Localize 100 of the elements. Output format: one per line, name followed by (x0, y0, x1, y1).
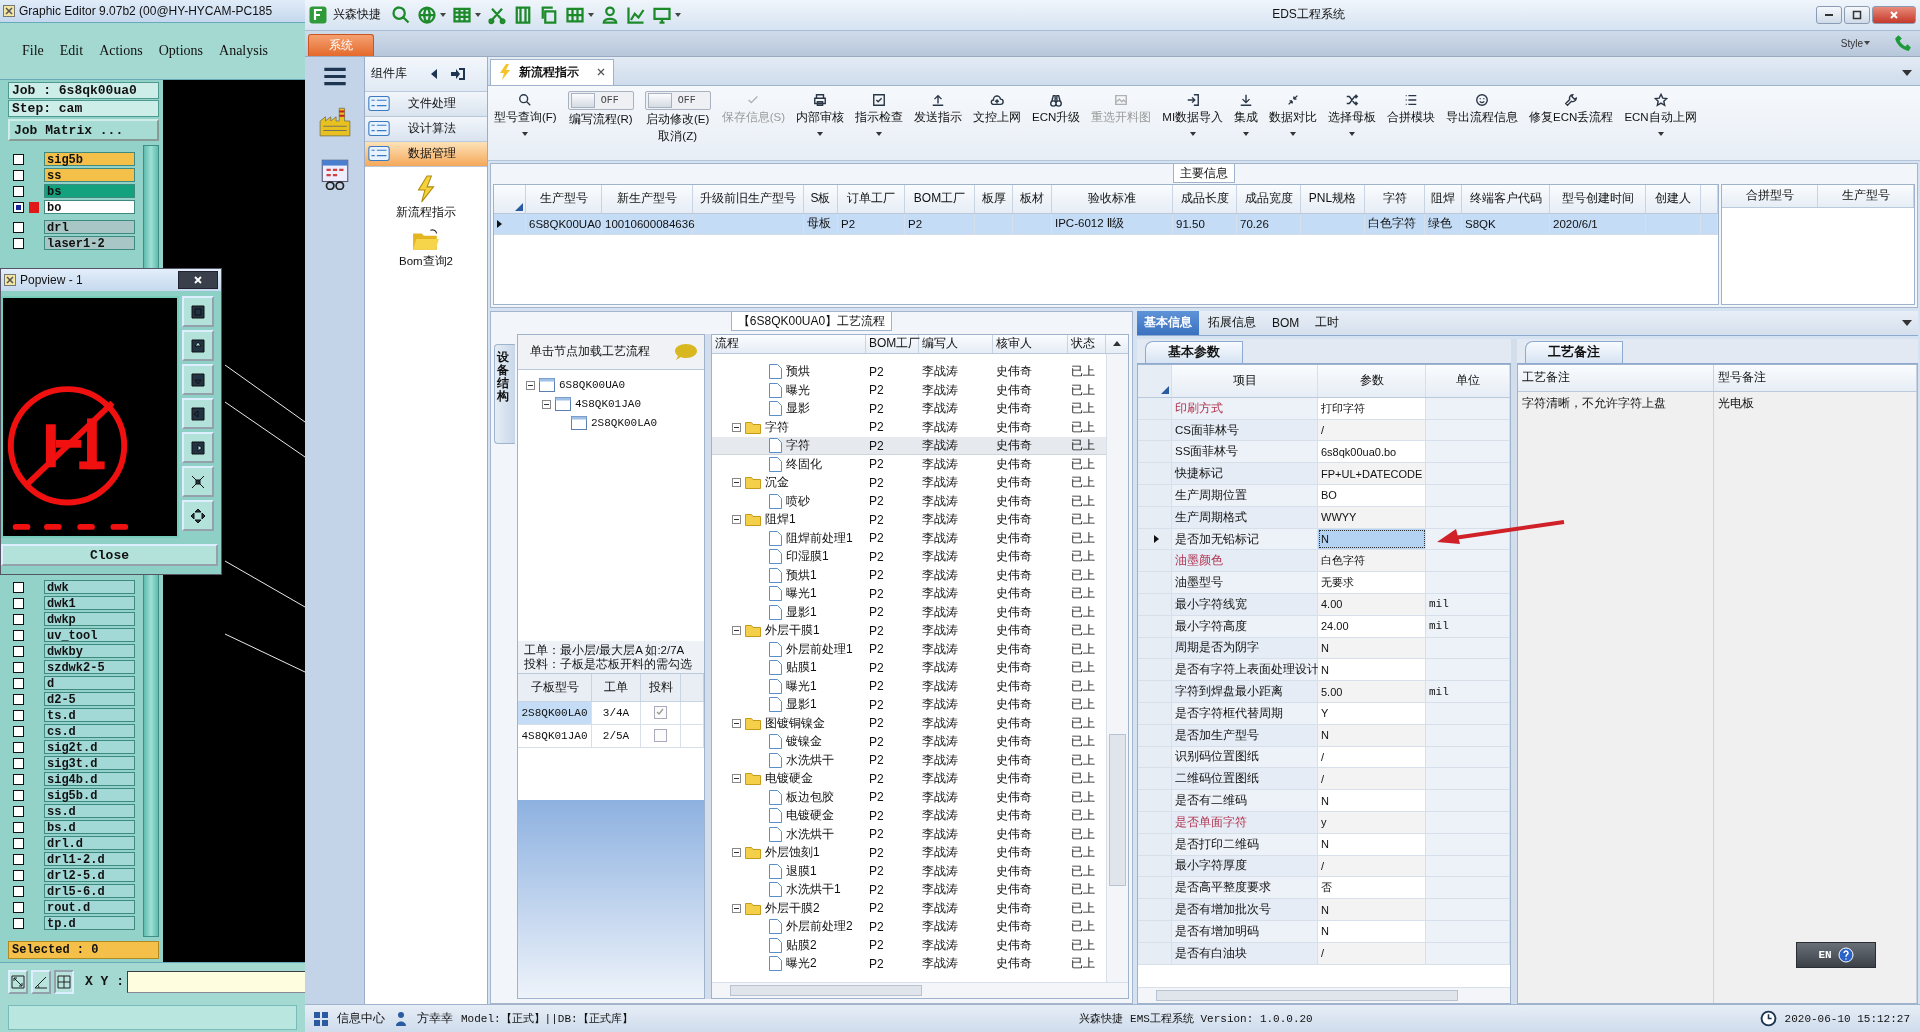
table-row[interactable]: 最小字符线宽 4.00 mil (1138, 594, 1510, 616)
column-header[interactable]: 参数 (1318, 364, 1426, 397)
table-cell[interactable]: 4S8QK01JA0 (518, 724, 592, 747)
layer-name[interactable]: ts.d (44, 708, 135, 723)
checkbox[interactable] (654, 706, 667, 720)
nav-group[interactable]: 文件处理 (365, 91, 487, 117)
toolbar-button[interactable]: 选择母板 (1328, 90, 1377, 138)
layer-checkbox[interactable] (13, 581, 24, 593)
table-cell[interactable]: 4.00 (1318, 594, 1426, 615)
expander-icon[interactable] (732, 774, 741, 784)
scrollbar[interactable] (1106, 353, 1128, 983)
layer-checkbox[interactable] (13, 917, 24, 929)
view-tool-button[interactable] (182, 364, 214, 395)
caret-icon[interactable] (876, 131, 883, 136)
table-cell[interactable]: FP+UL+DATECODE (1318, 463, 1426, 484)
layer-name[interactable]: dwkp (44, 612, 135, 627)
phone-icon[interactable] (1894, 34, 1912, 53)
layer-checkbox[interactable] (13, 629, 24, 641)
column-header[interactable]: 板材 (1013, 184, 1052, 213)
globe-icon[interactable] (417, 4, 437, 25)
column-header[interactable]: BOM工厂 (866, 334, 919, 353)
layer-name[interactable]: sig4b.d (44, 772, 135, 787)
layer-name[interactable]: sig2t.d (44, 740, 135, 755)
column-header[interactable]: 型号创建时间 (1550, 184, 1646, 213)
table-cell[interactable]: 否 (1318, 877, 1426, 899)
layer-name[interactable]: d2-5 (44, 692, 135, 707)
caret-icon[interactable] (1189, 131, 1196, 136)
column-header[interactable]: 生产型号 (526, 184, 602, 213)
table-row[interactable]: 终固化 P2 李战涛 史伟奇 已上 (712, 455, 1106, 474)
layer-name[interactable]: d (44, 676, 135, 691)
column-header[interactable]: 生产型号 (1818, 184, 1914, 207)
table-row[interactable]: 曝光2 P2 李战涛 史伟奇 已上 (712, 954, 1106, 974)
caret-icon[interactable] (1290, 131, 1297, 136)
menu-item[interactable]: Actions (99, 42, 143, 59)
coordinate-field[interactable] (127, 970, 305, 993)
column-header[interactable]: 投料 (641, 673, 681, 702)
table-cell[interactable]: 2S8QK00LA0 (518, 701, 592, 724)
layer-name[interactable]: ss (44, 168, 135, 183)
table-row[interactable]: 印刷方式 打印字符 (1138, 397, 1510, 420)
expander-icon[interactable] (732, 848, 741, 858)
layer-checkbox[interactable] (13, 853, 24, 865)
tree-item[interactable]: 4S8QK01JA0 (575, 398, 641, 411)
cancel-label[interactable]: 取消(Z) (658, 128, 698, 144)
table-cell[interactable]: / (1318, 768, 1426, 790)
document-tab[interactable]: 新流程指示 (490, 58, 614, 85)
note-field[interactable]: 字符清晰，不允许字符上盘 (1522, 395, 1666, 410)
toolbar-button[interactable]: 导出流程信息 (1446, 90, 1519, 127)
column-header[interactable]: 工艺备注 (1518, 364, 1714, 391)
layer-checkbox[interactable] (13, 645, 24, 657)
layer-checkbox[interactable] (13, 709, 24, 721)
caret-icon[interactable] (475, 12, 481, 17)
table-row[interactable]: 油墨型号 无要求 (1138, 572, 1510, 594)
table-cell[interactable]: BO (1318, 485, 1426, 506)
table-cell[interactable]: 无要求 (1318, 572, 1426, 593)
table-row[interactable]: 周期是否为阴字 N (1138, 637, 1510, 660)
table-row[interactable]: 是否加生产型号 N (1138, 724, 1510, 747)
layer-checkbox[interactable] (13, 153, 24, 165)
expander-icon[interactable] (732, 718, 741, 728)
toolbar-button[interactable]: 发送指示 (914, 90, 963, 127)
toolbar-button[interactable]: MI数据导入 (1162, 90, 1224, 138)
maximize-button[interactable] (1844, 5, 1870, 24)
layer-name[interactable]: sig5b (44, 152, 135, 167)
layer-name[interactable]: rout.d (44, 900, 135, 915)
help-icon[interactable] (1837, 947, 1854, 964)
table-row[interactable]: 是否打印二维码 N (1138, 833, 1510, 856)
table-row[interactable]: 外层前处理2 P2 李战涛 史伟奇 已上 (712, 917, 1106, 937)
table-row[interactable]: 贴膜1 P2 李战涛 史伟奇 已上 (712, 658, 1106, 678)
layer-name[interactable]: laser1-2 (44, 236, 135, 251)
table-cell[interactable]: / (1318, 942, 1426, 964)
view-tool-button[interactable] (182, 296, 214, 327)
table-row[interactable]: 水洗烘干 P2 李战涛 史伟奇 已上 (712, 825, 1106, 844)
table-row[interactable]: 水洗烘干 P2 李战涛 史伟奇 已上 (712, 751, 1106, 770)
scroll-up-icon[interactable] (1113, 341, 1121, 347)
table-row[interactable]: 6S8QK00UA0 10010600084636 母板 P2 P2 IPC-6012 Ⅱ级 91.50 70.26 白色字符 绿色 S8QK 2020/6/1 (494, 213, 1718, 235)
column-header[interactable]: 子板型号 (518, 673, 592, 702)
layer-checkbox[interactable] (13, 789, 24, 801)
table-row[interactable]: 是否有二维码 N (1138, 790, 1510, 812)
layer-checkbox[interactable] (13, 221, 24, 233)
layer-name[interactable]: dwk (44, 580, 135, 595)
layer-checkbox[interactable] (13, 837, 24, 849)
toolbar-button[interactable]: 集成 (1234, 90, 1259, 138)
tab[interactable]: BOM (1265, 310, 1307, 335)
table-cell[interactable]: 5.00 (1318, 681, 1426, 702)
table-cell[interactable]: / (1318, 419, 1426, 441)
table-row[interactable]: 是否字符框代替周期 Y (1138, 703, 1510, 725)
layer-name[interactable]: cs.d (44, 724, 135, 739)
caret-icon[interactable] (1902, 69, 1912, 76)
tab[interactable]: 基本参数 (1145, 340, 1243, 363)
layer-name[interactable]: drl5-6.d (44, 884, 135, 899)
table-cell[interactable]: N (1318, 528, 1426, 550)
table-row[interactable]: 生产周期格式 WWYY (1138, 506, 1510, 529)
layer-name[interactable]: tp.d (44, 916, 135, 931)
layer-name[interactable]: bo (44, 200, 135, 215)
caret-icon[interactable] (1657, 131, 1664, 136)
nav-item[interactable]: Bom查询2 (365, 227, 487, 269)
view-tool-button[interactable] (182, 466, 214, 497)
column-header[interactable]: 升级前旧生产型号 (693, 184, 804, 213)
scrollbar[interactable] (1138, 987, 1510, 1004)
table-row[interactable]: 电镀硬金 P2 李战涛 史伟奇 已上 (712, 769, 1106, 789)
layer-name[interactable]: drl2-5.d (44, 868, 135, 883)
